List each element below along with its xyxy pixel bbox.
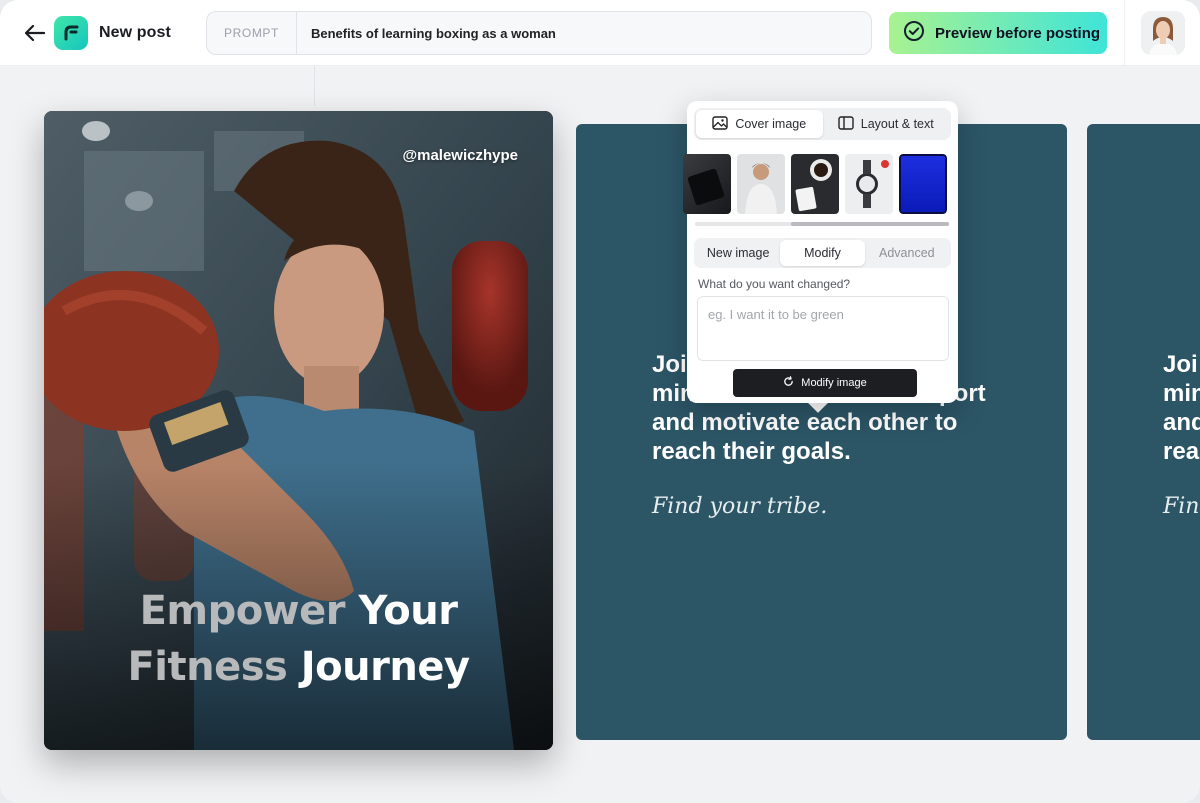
image-edit-popover: Cover image Layout & text New image Modi… (683, 101, 958, 403)
page-title: New post (99, 24, 171, 41)
refresh-icon (783, 376, 794, 390)
check-circle-icon (903, 20, 925, 46)
instagram-handle: @malewiczhype (402, 147, 518, 164)
layout-icon (838, 115, 854, 133)
headline-word-fitness: Fitness (127, 644, 288, 690)
next-slide-line-4: rea (1163, 438, 1200, 465)
slide-line-4: reach their goals. (652, 438, 851, 465)
next-slide-tagline: Find (1163, 494, 1200, 519)
app-logo-icon[interactable] (54, 16, 88, 50)
image-thumbnail-strip (683, 154, 958, 216)
tab-layout-text[interactable]: Layout & text (823, 110, 950, 138)
next-slide-line-3: and (1163, 409, 1200, 436)
user-avatar[interactable] (1141, 11, 1185, 55)
app-frame: New post PROMPT Preview before posting (0, 0, 1200, 803)
cover-headline: Empower Your Fitness Journey (44, 583, 553, 695)
canvas-divider (314, 66, 315, 106)
popover-tabs: Cover image Layout & text (694, 108, 951, 140)
thumbnail-scrollbar[interactable] (695, 222, 949, 226)
thumbnail-blue-selected[interactable] (898, 154, 948, 215)
change-request-input[interactable] (697, 296, 949, 361)
headline-word-empower: Empower (139, 588, 346, 634)
mode-new-image[interactable]: New image (696, 240, 780, 266)
thumbnail-dark-notebook[interactable] (683, 154, 731, 214)
next-slide-card[interactable]: Joi min and rea Find (1087, 124, 1200, 740)
tab-layout-text-label: Layout & text (860, 117, 934, 131)
next-slide-line-1: Joi (1163, 351, 1198, 378)
thumbnail-scrollbar-thumb[interactable] (791, 222, 949, 226)
headline-word-journey: Journey (300, 644, 470, 690)
back-arrow-icon[interactable] (22, 20, 48, 46)
prompt-label: PROMPT (207, 12, 297, 54)
mode-modify[interactable]: Modify (780, 240, 865, 266)
thumbnail-man-phone[interactable] (737, 154, 785, 214)
modify-image-button[interactable]: Modify image (733, 369, 917, 397)
thumbnail-watch-desk[interactable] (845, 154, 893, 214)
tab-cover-image-label: Cover image (735, 117, 807, 131)
mode-advanced[interactable]: Advanced (865, 240, 949, 266)
preview-button[interactable]: Preview before posting (889, 12, 1107, 54)
prompt-field: PROMPT (206, 11, 872, 55)
image-mode-tabs: New image Modify Advanced (694, 238, 951, 268)
preview-button-label: Preview before posting (935, 24, 1101, 42)
slide-tagline: Find your tribe. (652, 494, 828, 519)
image-icon (712, 115, 729, 133)
top-bar: New post PROMPT Preview before posting (0, 0, 1200, 66)
change-question-label: What do you want changed? (698, 277, 851, 291)
prompt-input[interactable] (297, 12, 871, 54)
slide-line-3: and motivate each other to (652, 409, 958, 436)
tab-cover-image[interactable]: Cover image (696, 110, 823, 138)
modify-image-button-label: Modify image (801, 377, 867, 389)
headline-word-your: Your (358, 588, 458, 634)
cover-slide-card[interactable]: @malewiczhype Empower Your Fitness Journ… (44, 111, 553, 750)
header-divider (1124, 0, 1125, 66)
thumbnail-coffee-phone[interactable] (791, 154, 839, 214)
next-slide-line-2: min (1163, 380, 1200, 407)
next-slide-body-text: Joi min and rea (1163, 350, 1200, 466)
